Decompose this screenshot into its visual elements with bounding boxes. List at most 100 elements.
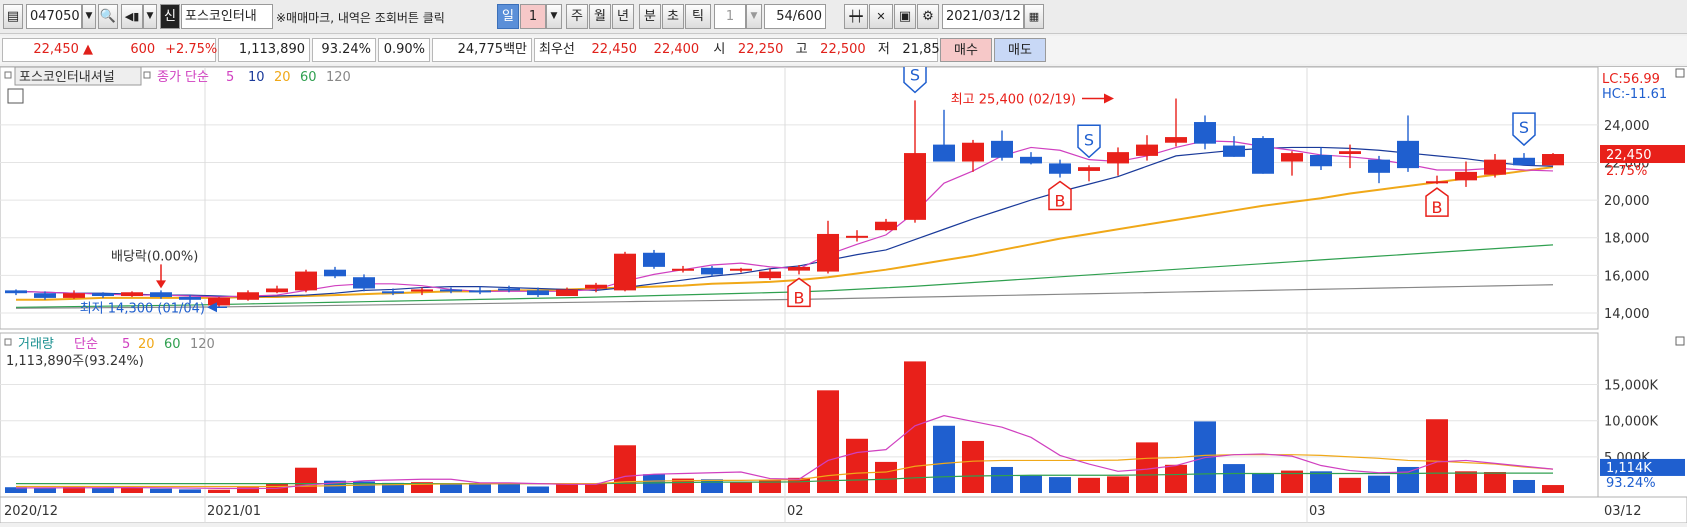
candle-body — [672, 268, 694, 271]
volume-bar — [121, 487, 143, 493]
period-month-tab[interactable]: 월 — [589, 4, 611, 29]
calendar-icon[interactable]: ▦ — [1024, 4, 1044, 29]
x-axis-label: 03/12 — [1604, 504, 1641, 519]
volume-bar — [208, 489, 230, 493]
hc-label: HC:-11.61 — [1602, 87, 1667, 102]
volume-bar — [585, 483, 607, 493]
stock-chart[interactable]: 14,00016,00018,00020,00022,00024,0005,00… — [0, 59, 1687, 524]
candle-body — [846, 235, 868, 238]
volume-bar — [556, 484, 578, 493]
candle-body — [643, 252, 665, 267]
volume-bar — [1426, 419, 1448, 493]
sell-button[interactable]: 매도 — [994, 38, 1046, 62]
volume-bar — [1165, 464, 1187, 493]
candle-body — [411, 289, 433, 292]
stock-code-input[interactable]: 047050 — [26, 4, 82, 29]
grid-toggle-icon — [7, 88, 24, 104]
candle-body — [730, 268, 752, 271]
volume-bar — [1223, 464, 1245, 493]
volume-bar — [1049, 477, 1071, 493]
max-price-annotation: 최고 25,400 (02/19) — [951, 93, 1076, 108]
candle-body — [933, 144, 955, 162]
candle-body — [875, 221, 897, 231]
period-minute-tab[interactable]: 분 — [639, 4, 661, 29]
volume-bar — [643, 474, 665, 493]
candle-body — [1484, 159, 1506, 175]
data-count-input[interactable]: 54/600 — [764, 4, 826, 29]
period-week-tab[interactable]: 주 — [566, 4, 588, 29]
candle-body — [1397, 140, 1419, 169]
volume-legend-title: 거래량 — [18, 337, 54, 352]
speaker-icon[interactable]: ◀▮ — [121, 4, 143, 29]
date-input[interactable]: 2021/03/12 — [942, 4, 1024, 29]
volume-bar — [1252, 473, 1274, 493]
period-day-tab[interactable]: 일 — [497, 4, 519, 29]
period-count-dropdown-icon[interactable]: ▼ — [546, 4, 562, 29]
legend-toggle-icon — [4, 71, 12, 79]
candle-body — [324, 269, 346, 277]
sell-signal-label: S — [1519, 118, 1529, 137]
candle-body — [469, 290, 491, 293]
candle-body — [962, 142, 984, 162]
price-tick-label: 18,000 — [1604, 232, 1650, 247]
x-axis-label: 03 — [1309, 504, 1326, 519]
volume-panel — [0, 332, 1599, 498]
volume-bar — [962, 440, 984, 493]
candle-body — [1426, 181, 1448, 184]
period-count-field[interactable]: 1 — [520, 4, 546, 29]
price-legend-period: 10 — [248, 70, 265, 85]
x-axis-label: 2021/01 — [207, 504, 261, 519]
candle-style-icon[interactable]: ┿┿ — [844, 4, 868, 29]
save-icon[interactable]: ▣ — [894, 4, 916, 29]
candle-body — [1049, 163, 1071, 174]
volume-legend-ma-label: 단순 — [74, 337, 98, 352]
search-icon[interactable]: 🔍 — [98, 4, 118, 29]
volume-bar — [904, 361, 926, 493]
candle-body — [585, 284, 607, 289]
price-detail-cell: 최우선 22,450 22,400 시 22,250 고 22,500 저 21… — [534, 38, 948, 62]
candle-body — [1513, 157, 1535, 166]
volume-bar — [92, 487, 114, 493]
candle-body — [1542, 154, 1564, 166]
volume-legend-period: 5 — [122, 337, 130, 352]
candle-body — [1223, 145, 1245, 157]
buy-button[interactable]: 매수 — [940, 38, 992, 62]
open-label: 시 — [713, 42, 726, 57]
candle-body — [295, 271, 317, 291]
volume-legend-period: 20 — [138, 337, 155, 352]
legend-toggle-icon — [143, 71, 151, 79]
tick-dropdown-icon[interactable]: ▼ — [746, 4, 762, 29]
crosshair-icon[interactable]: ✕ — [869, 4, 893, 29]
volume-tick-label: 15,000K — [1604, 379, 1658, 394]
volume-bar — [730, 482, 752, 493]
candle-body — [1339, 151, 1361, 155]
volume-bar — [440, 483, 462, 493]
price-tick-label: 14,000 — [1604, 307, 1650, 322]
period-year-tab[interactable]: 년 — [612, 4, 634, 29]
x-axis-label: 02 — [787, 504, 804, 519]
candle-body — [759, 271, 781, 279]
volume-bar — [1455, 471, 1477, 493]
tick-count-field[interactable]: 1 — [714, 4, 746, 29]
layout-icon[interactable]: ▤ — [3, 4, 23, 29]
period-tick-tab[interactable]: 틱 — [685, 4, 711, 29]
price-legend-period: 5 — [226, 70, 234, 85]
volume-bar — [1107, 476, 1129, 493]
speaker-dropdown-icon[interactable]: ▼ — [143, 4, 157, 29]
candle-body — [179, 296, 201, 300]
buy-signal-label: B — [1432, 198, 1443, 217]
last-volume-pct-label: 93.24% — [1606, 476, 1656, 491]
candle-body — [440, 289, 462, 292]
volume-legend-period: 60 — [164, 337, 181, 352]
price-legend-period: 120 — [326, 70, 351, 85]
period-second-tab[interactable]: 초 — [662, 4, 684, 29]
volume-bar — [179, 489, 201, 493]
price-legend-period: 60 — [300, 70, 317, 85]
best-bid: 22,400 — [653, 42, 700, 57]
volume-bar — [498, 482, 520, 493]
volume-legend-period: 120 — [190, 337, 215, 352]
code-dropdown-icon[interactable]: ▼ — [82, 4, 96, 29]
volume-tick-label: 10,000K — [1604, 415, 1658, 430]
gear-icon[interactable]: ⚙ — [917, 4, 939, 29]
candle-body — [556, 289, 578, 297]
